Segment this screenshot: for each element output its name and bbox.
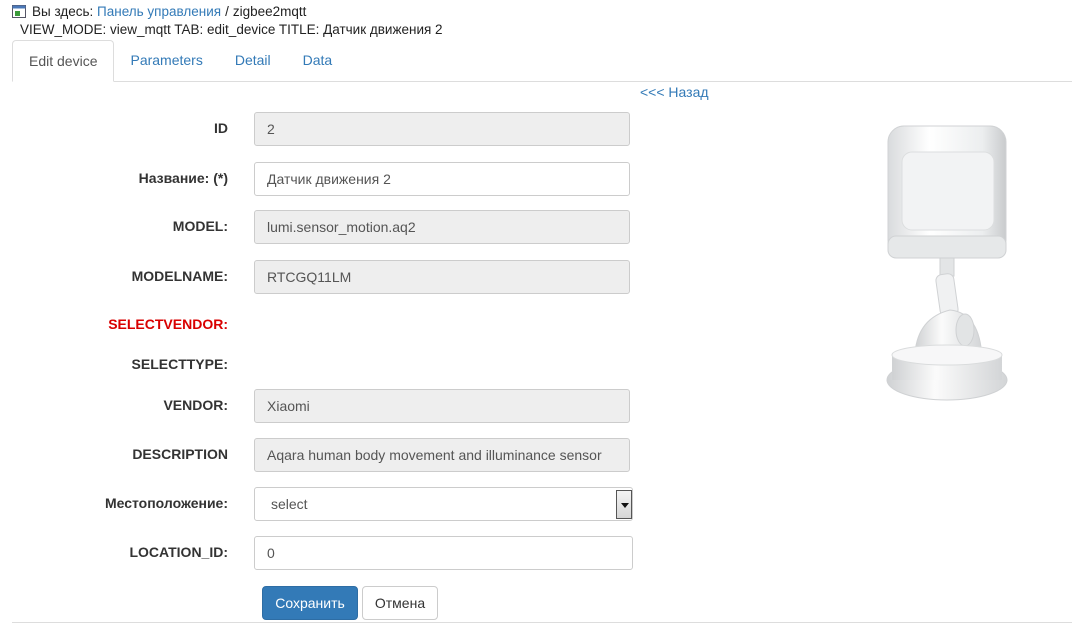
- form-row-selecttype: SELECTTYPE:: [0, 348, 640, 382]
- location-label: Местоположение:: [104, 495, 228, 511]
- vendor-label: VENDOR:: [163, 397, 228, 413]
- model-label: MODEL:: [172, 218, 228, 234]
- location-id-field[interactable]: 0: [254, 536, 633, 570]
- breadcrumb: Вы здесь: Панель управления / zigbee2mqtt: [12, 2, 306, 20]
- location-select-value: select: [271, 496, 308, 512]
- form-row-id: ID 2: [0, 112, 640, 146]
- form-row-location-id: LOCATION_ID: 0: [0, 536, 640, 570]
- selectvendor-label: SELECTVENDOR:: [108, 316, 228, 332]
- divider: [12, 622, 1072, 623]
- home-window-icon: [12, 4, 26, 18]
- back-link[interactable]: <<< Назад: [640, 84, 709, 100]
- description-label: DESCRIPTION: [132, 446, 228, 462]
- tab-parameters[interactable]: Parameters: [114, 40, 218, 81]
- tab-detail[interactable]: Detail: [219, 40, 287, 81]
- form-row-name: Название: (*) Датчик движения 2: [0, 162, 640, 196]
- save-button[interactable]: Сохранить: [262, 586, 358, 620]
- breadcrumb-link-control-panel[interactable]: Панель управления: [97, 4, 221, 19]
- form-row-description: DESCRIPTION Aqara human body movement an…: [0, 438, 640, 472]
- vendor-field[interactable]: Xiaomi: [254, 389, 630, 423]
- tab-bar: Edit device Parameters Detail Data: [12, 40, 1072, 82]
- chevron-down-icon[interactable]: [616, 490, 632, 519]
- breadcrumb-prefix: Вы здесь:: [32, 3, 94, 19]
- name-field[interactable]: Датчик движения 2: [254, 162, 630, 196]
- location-select[interactable]: select: [254, 487, 633, 521]
- tab-edit-device[interactable]: Edit device: [12, 40, 115, 82]
- cancel-button[interactable]: Отмена: [362, 586, 438, 620]
- breadcrumb-separator: /: [225, 3, 229, 19]
- location-id-label: LOCATION_ID:: [129, 544, 228, 560]
- form-row-modelname: MODELNAME: RTCGQ11LM: [0, 260, 640, 294]
- modelname-field[interactable]: RTCGQ11LM: [254, 260, 630, 294]
- breadcrumb-current: zigbee2mqtt: [232, 3, 307, 19]
- modelname-label: MODELNAME:: [131, 268, 228, 284]
- motion-sensor-image: [886, 125, 1008, 401]
- selecttype-label: SELECTTYPE:: [131, 356, 228, 372]
- description-field[interactable]: Aqara human body movement and illuminanc…: [254, 438, 630, 472]
- id-label: ID: [214, 120, 228, 136]
- name-label: Название: (*): [138, 170, 228, 186]
- tab-data[interactable]: Data: [287, 40, 349, 81]
- form-row-vendor: VENDOR: Xiaomi: [0, 389, 640, 423]
- model-field[interactable]: lumi.sensor_motion.aq2: [254, 210, 630, 244]
- form-row-model: MODEL: lumi.sensor_motion.aq2: [0, 210, 640, 244]
- id-field[interactable]: 2: [254, 112, 630, 146]
- form-row-location: Местоположение: select: [0, 487, 640, 521]
- view-mode-line: VIEW_MODE: view_mqtt TAB: edit_device TI…: [20, 22, 443, 37]
- form-row-selectvendor: SELECTVENDOR:: [0, 308, 640, 342]
